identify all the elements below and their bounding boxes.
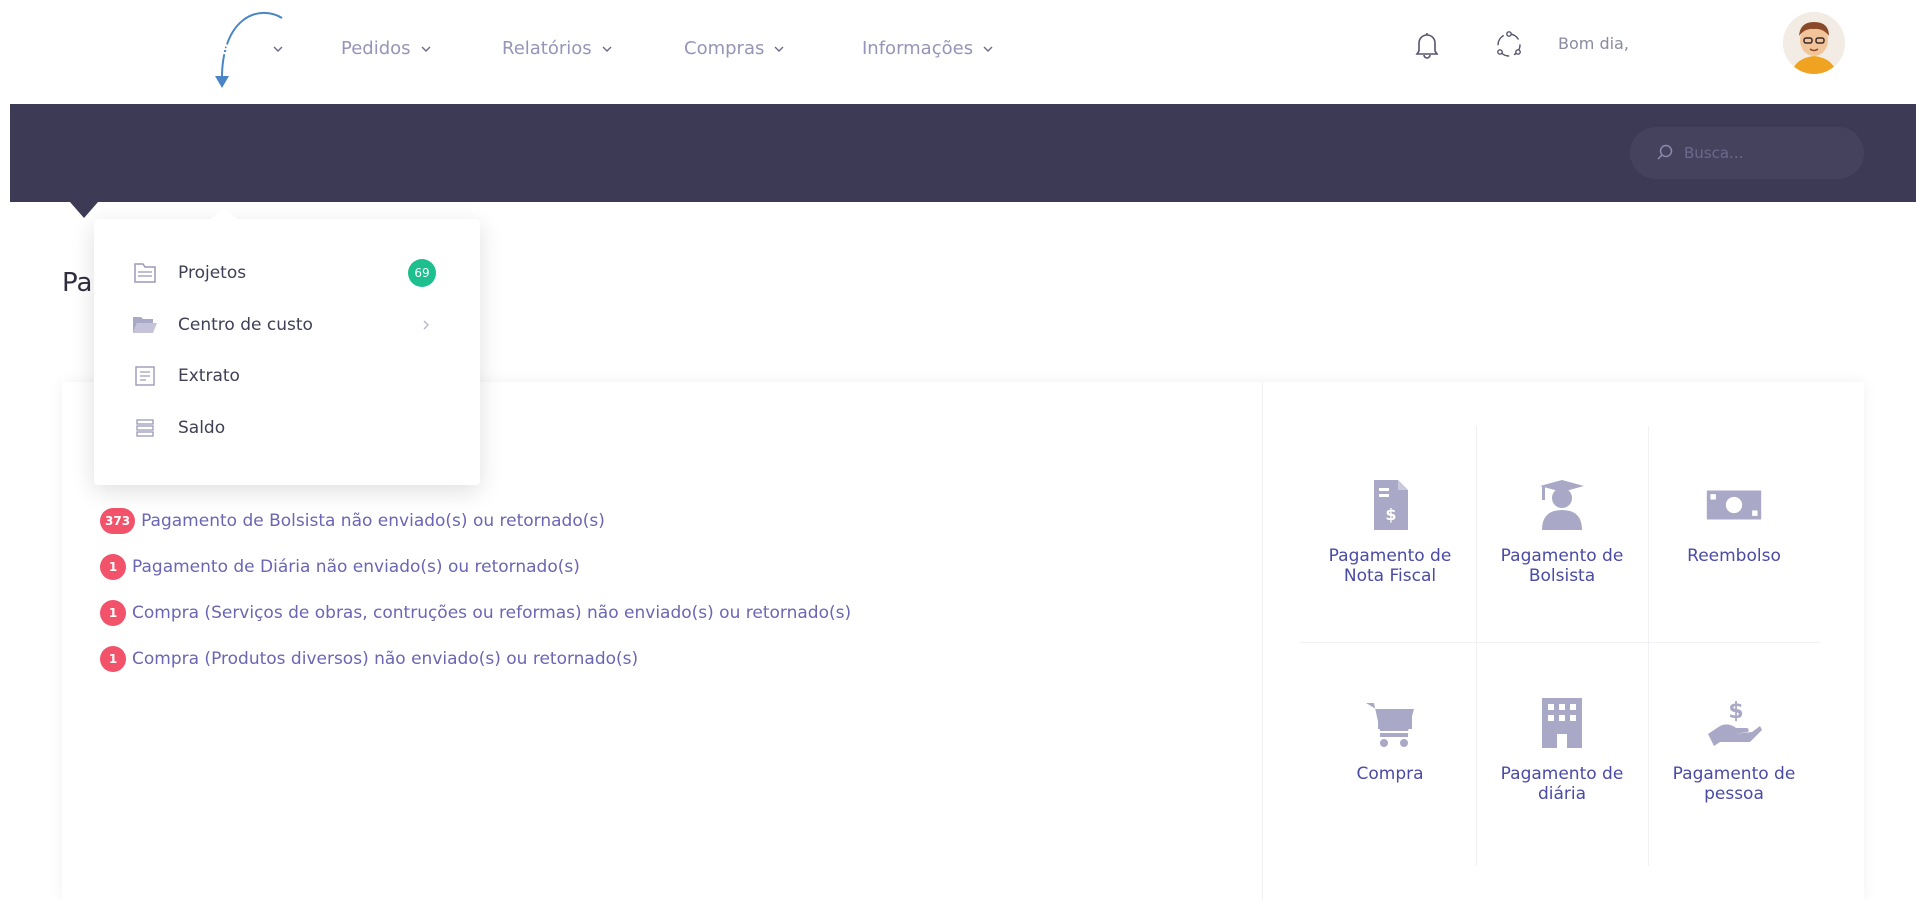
- nav-item-pedidos[interactable]: Pedidos: [341, 0, 433, 98]
- card-divider: [1262, 382, 1263, 900]
- tile-label: Pagamento de Nota Fiscal: [1328, 546, 1452, 586]
- dropdown-item-label: Extrato: [178, 366, 240, 386]
- alert-text[interactable]: Compra (Produtos diversos) não enviado(s…: [132, 649, 638, 669]
- alert-text[interactable]: Pagamento de Diária não enviado(s) ou re…: [132, 557, 580, 577]
- nav-item-label: Painel: [60, 38, 123, 59]
- alert-count-badge: 1: [100, 600, 126, 626]
- alert-text[interactable]: Pagamento de Bolsista não enviado(s) ou …: [141, 511, 605, 531]
- nav-item-relatorios[interactable]: Relatórios: [502, 0, 614, 98]
- greeting-text: Bom dia,: [1558, 34, 1629, 53]
- alert-item[interactable]: 1 Pagamento de Diária não enviado(s) ou …: [100, 544, 851, 590]
- cart-icon: [1361, 694, 1419, 752]
- invoice-icon: $: [1361, 476, 1419, 534]
- dropdown-item-centro-de-custo[interactable]: Centro de custo: [132, 305, 442, 345]
- chevron-down-icon: [602, 46, 612, 52]
- svg-text:$: $: [1385, 505, 1396, 524]
- nav-item-label: Informações: [862, 38, 974, 59]
- nav-item-informacoes[interactable]: Informações: [862, 0, 995, 98]
- tile-pagamento-diaria[interactable]: Pagamento de diária: [1476, 694, 1648, 804]
- projetos-dropdown-menu: Projetos 69 Centro de custo Extrato Sald…: [94, 219, 480, 485]
- tile-pagamento-nota-fiscal[interactable]: $ Pagamento de Nota Fiscal: [1304, 476, 1476, 586]
- chevron-down-icon: [273, 46, 282, 52]
- dropdown-item-projetos[interactable]: Projetos 69: [132, 253, 442, 293]
- graduate-icon: [1533, 476, 1591, 534]
- chevron-down-icon: [983, 46, 993, 52]
- svg-text:$: $: [1728, 699, 1743, 724]
- activity-icon[interactable]: [1492, 28, 1526, 62]
- nav-item-compras[interactable]: Compras: [684, 0, 786, 98]
- nav-item-label: Compras: [684, 38, 765, 59]
- dropdown-item-label: Projetos: [178, 263, 247, 283]
- tile-label: Compra: [1356, 764, 1424, 784]
- search-box[interactable]: [1630, 127, 1864, 179]
- alert-item[interactable]: 373 Pagamento de Bolsista não enviado(s)…: [100, 498, 851, 544]
- pending-alerts-list: 373 Pagamento de Bolsista não enviado(s)…: [100, 498, 851, 682]
- alert-item[interactable]: 1 Compra (Produtos diversos) não enviado…: [100, 636, 851, 682]
- balance-icon: [132, 415, 158, 441]
- tile-pagamento-pessoa[interactable]: $ Pagamento de pessoa: [1648, 694, 1820, 804]
- dropdown-item-saldo[interactable]: Saldo: [132, 408, 442, 448]
- alert-count-badge: 1: [100, 554, 126, 580]
- tile-grid-separator: [1300, 642, 1820, 643]
- dropdown-caret: [210, 207, 238, 220]
- notification-bell-icon[interactable]: [1410, 28, 1444, 62]
- tile-label: Pagamento de Bolsista: [1500, 546, 1624, 586]
- tile-label: Pagamento de diária: [1500, 764, 1624, 804]
- alert-count-badge: 1: [100, 646, 126, 672]
- nav-item-label: Pedidos: [341, 38, 411, 59]
- tile-label: Reembolso: [1687, 546, 1781, 566]
- chevron-down-icon: [421, 46, 431, 52]
- tile-pagamento-bolsista[interactable]: Pagamento de Bolsista: [1476, 476, 1648, 586]
- statement-icon: [132, 363, 158, 389]
- chevron-down-icon: [774, 46, 784, 52]
- alert-item[interactable]: 1 Compra (Serviços de obras, contruções …: [100, 590, 851, 636]
- nav-item-label: Relatórios: [502, 38, 592, 59]
- search-input[interactable]: [1684, 144, 1834, 162]
- page-title: Pa: [62, 268, 93, 298]
- alert-text[interactable]: Compra (Serviços de obras, contruções ou…: [132, 603, 851, 623]
- building-icon: [1533, 694, 1591, 752]
- dropdown-item-label: Saldo: [178, 418, 226, 438]
- nav-item-painel[interactable]: Painel: [60, 0, 122, 98]
- alert-count-badge: 373: [100, 508, 136, 534]
- tile-label: Pagamento de pessoa: [1672, 764, 1796, 804]
- tile-compra[interactable]: Compra: [1304, 694, 1476, 784]
- dropdown-item-label: Centro de custo: [178, 315, 313, 335]
- hand-dollar-icon: $: [1705, 694, 1763, 752]
- nav-item-label: Projetos: [178, 38, 263, 59]
- cash-icon: [1705, 476, 1763, 534]
- folder-open-icon: [132, 312, 158, 338]
- tile-reembolso[interactable]: Reembolso: [1648, 476, 1820, 566]
- folder-document-icon: [132, 260, 158, 286]
- chevron-right-icon: [423, 320, 429, 330]
- search-icon: [1657, 144, 1673, 160]
- nav-item-projetos[interactable]: Projetos: [178, 0, 285, 98]
- projects-count-badge: 69: [408, 259, 436, 287]
- active-nav-indicator: [70, 202, 98, 218]
- dropdown-item-extrato[interactable]: Extrato: [132, 356, 442, 396]
- avatar[interactable]: [1783, 12, 1845, 74]
